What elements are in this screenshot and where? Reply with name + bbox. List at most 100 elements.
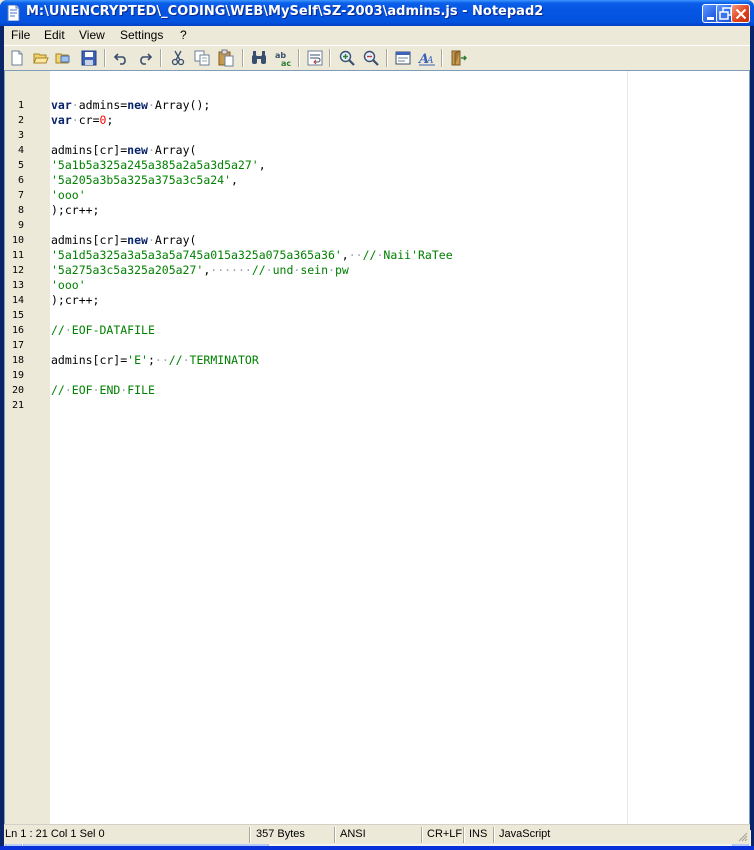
- whitespace-marker: ··: [348, 248, 363, 262]
- line-number-gutter: 1 2 3 4 5 6 7 8 9 10 11 12 13 14 15 16 17 18 19 20 21: [5, 71, 50, 829]
- code-token: ,: [258, 158, 266, 172]
- code-token: admins=: [78, 98, 128, 112]
- code-token: admins[cr]=: [51, 233, 128, 247]
- comment-token: //: [168, 353, 183, 367]
- code-line[interactable]: //·EOF·END·FILE: [51, 383, 155, 398]
- window-border: [0, 846, 754, 850]
- whitespace-marker: ·: [71, 98, 79, 112]
- code-line[interactable]: //·EOF-DATAFILE: [51, 323, 155, 338]
- new-icon[interactable]: [8, 49, 26, 67]
- keyword-token: new: [127, 233, 148, 247]
- whitespace-marker: ··: [154, 353, 169, 367]
- redo-icon[interactable]: [136, 49, 154, 67]
- status-insert-mode[interactable]: INS: [469, 828, 487, 840]
- status-divider: [463, 827, 465, 843]
- comment-token: //: [251, 263, 266, 277]
- menu-file[interactable]: File: [11, 28, 30, 42]
- keyword-token: var: [51, 113, 72, 127]
- code-token: ,: [231, 173, 238, 187]
- string-token: 'ooo': [51, 188, 86, 202]
- whitespace-marker: ·: [147, 143, 155, 157]
- menu-help[interactable]: ?: [180, 28, 187, 42]
- notepad-app-icon: [7, 5, 20, 21]
- status-divider: [249, 827, 251, 843]
- toolbar-separator: [386, 49, 388, 67]
- comment-token: //: [362, 248, 377, 262]
- status-divider: [421, 827, 423, 843]
- code-line[interactable]: 'ooo': [51, 278, 86, 293]
- code-line[interactable]: admins[cr]='E';··//·TERMINATOR: [51, 353, 259, 368]
- toolbar-separator: [104, 49, 106, 67]
- comment-token: Naii'RaTee: [383, 248, 453, 262]
- svg-text:ac: ac: [281, 59, 291, 67]
- status-encoding[interactable]: ANSI: [340, 828, 366, 840]
- close-button[interactable]: [731, 4, 750, 23]
- replace-icon[interactable]: abac: [274, 49, 292, 67]
- status-line-endings[interactable]: CR+LF: [427, 828, 462, 840]
- exit-icon[interactable]: [449, 49, 467, 67]
- zoom-out-icon[interactable]: [362, 49, 380, 67]
- code-line[interactable]: var·admins=new·Array();: [51, 98, 210, 113]
- code-line[interactable]: admins[cr]=new·Array(: [51, 233, 196, 248]
- menu-settings[interactable]: Settings: [120, 28, 163, 42]
- title-bar[interactable]: M:\UNENCRYPTED\_CODING\WEB\MySelf\SZ-200…: [0, 0, 754, 26]
- code-line[interactable]: '5a205a3b5a325a375a3c5a24',: [51, 173, 238, 188]
- line-number: 10: [11, 235, 24, 246]
- scheme-icon[interactable]: [394, 49, 412, 67]
- toolbar-separator: [329, 49, 331, 67]
- code-line[interactable]: );cr++;: [51, 293, 99, 308]
- code-line[interactable]: '5a1d5a325a3a5a3a5a745a015a325a075a365a3…: [51, 248, 453, 263]
- code-token: );cr++;: [51, 293, 100, 307]
- whitespace-marker: ·: [147, 98, 155, 112]
- code-token: Array();: [154, 98, 211, 112]
- window-title: M:\UNENCRYPTED\_CODING\WEB\MySelf\SZ-200…: [26, 4, 544, 19]
- code-token: Array(: [154, 143, 197, 157]
- line-number: 17: [11, 340, 24, 351]
- code-line[interactable]: '5a275a3c5a325a205a27',······//·und·sein…: [51, 263, 349, 278]
- word-wrap-icon[interactable]: [306, 49, 324, 67]
- browse-icon[interactable]: [54, 49, 72, 67]
- string-token: '5a1b5a325a245a385a2a5a3d5a27': [51, 158, 259, 172]
- editor[interactable]: 1 2 3 4 5 6 7 8 9 10 11 12 13 14 15 16 17 18 19 20 21 var·ad…: [4, 70, 751, 848]
- status-bar: Ln 1 : 21 Col 1 Sel 0 357 Bytes ANSI CR+…: [4, 824, 750, 844]
- code-line[interactable]: 'ooo': [51, 188, 86, 203]
- copy-icon[interactable]: [193, 49, 211, 67]
- string-token: 'E': [127, 353, 148, 367]
- comment-token: FILE: [127, 383, 155, 397]
- toolbar-separator: [160, 49, 162, 67]
- whitespace-marker: ·: [182, 353, 190, 367]
- comment-token: EOF: [71, 383, 93, 397]
- code-line[interactable]: '5a1b5a325a245a385a2a5a3d5a27',: [51, 158, 266, 173]
- keyword-token: new: [127, 143, 148, 157]
- cut-icon[interactable]: [169, 49, 187, 67]
- toolbar-separator: [242, 49, 244, 67]
- find-icon[interactable]: [250, 49, 268, 67]
- undo-icon[interactable]: [112, 49, 130, 67]
- font-icon[interactable]: AA: [418, 49, 436, 67]
- comment-token: pw: [334, 263, 349, 277]
- resize-grip-icon[interactable]: [736, 830, 748, 842]
- string-token: '5a205a3b5a325a375a3c5a24': [51, 173, 232, 187]
- comment-token: und: [272, 263, 294, 277]
- open-icon[interactable]: [32, 49, 50, 67]
- comment-token: sein: [300, 263, 329, 277]
- line-number: 7: [17, 190, 24, 201]
- status-lexer[interactable]: JavaScript: [499, 828, 550, 840]
- save-icon[interactable]: [80, 49, 98, 67]
- line-number: 21: [11, 400, 24, 411]
- paste-icon[interactable]: [217, 49, 235, 67]
- line-number: 13: [11, 280, 24, 291]
- line-number: 3: [17, 130, 24, 141]
- code-token: admins[cr]=: [51, 353, 128, 367]
- status-position: Ln 1 : 21 Col 1 Sel 0: [5, 828, 105, 840]
- code-line[interactable]: var·cr=0;: [51, 113, 113, 128]
- menu-view[interactable]: View: [79, 28, 105, 42]
- whitespace-marker: ·: [71, 113, 79, 127]
- code-line[interactable]: admins[cr]=new·Array(: [51, 143, 196, 158]
- toolbar-separator: [441, 49, 443, 67]
- line-number: 20: [11, 385, 24, 396]
- menu-edit[interactable]: Edit: [44, 28, 65, 42]
- zoom-in-icon[interactable]: [338, 49, 356, 67]
- line-number: 16: [11, 325, 24, 336]
- code-line[interactable]: );cr++;: [51, 203, 99, 218]
